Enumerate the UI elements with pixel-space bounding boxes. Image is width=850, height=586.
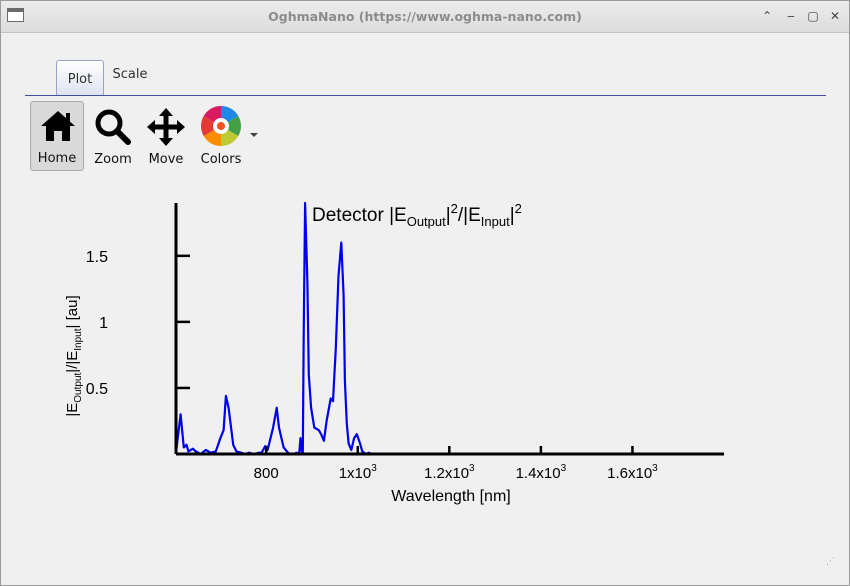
x-tick-label-2: 1.2x103: [424, 463, 475, 482]
chart-title: Detector |EOutput|2/|EInput|2: [312, 201, 522, 229]
app-window: OghmaNano (https://www.oghma-nano.com) ⌃…: [0, 0, 850, 586]
x-tick-label-3: 1.4x103: [516, 463, 567, 482]
resize-grip[interactable]: ⋰: [826, 557, 835, 567]
x-tick-label-1: 1x103: [339, 463, 378, 482]
x-axis-label: Wavelength [nm]: [391, 488, 510, 505]
y-tick-label-2: 1.5: [86, 249, 108, 266]
y-tick-label-1: 1: [99, 315, 108, 332]
x-tick-label-4: 1.6x103: [607, 463, 658, 482]
chart: 0.5 1 1.5 800 1x103 1.2x103 1.4x103 1.6x103 Det…: [64, 201, 724, 505]
y-axis-label: |EOutput|/|EInput| [au]: [64, 295, 84, 416]
series-line-0: [174, 201, 724, 456]
y-tick-label-0: 0.5: [86, 381, 108, 398]
x-tick-label-0: 800: [254, 465, 279, 482]
